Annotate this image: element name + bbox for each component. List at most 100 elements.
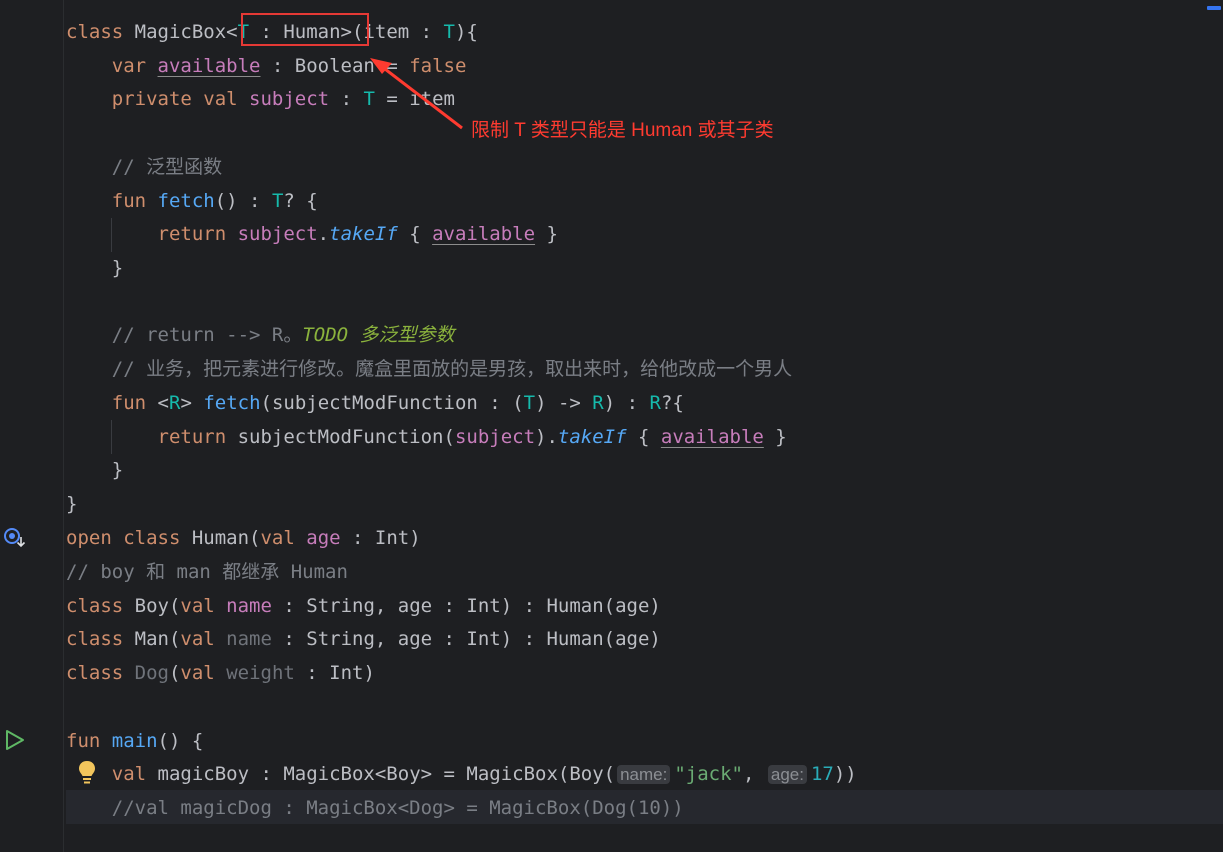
code-line[interactable]: // 业务，把元素进行修改。魔盒里面放的是男孩，取出来时，给他改成一个男人 (66, 352, 792, 386)
code-token: // boy 和 man 都继承 Human (66, 561, 348, 583)
code-token: , (742, 763, 766, 785)
code-token: takeIf (557, 426, 627, 448)
code-token: age (306, 527, 341, 549)
code-token: Man( (134, 628, 181, 650)
run-icon[interactable] (4, 729, 26, 751)
code-token: () { (157, 730, 204, 752)
code-token: Human( (191, 527, 261, 549)
code-token: class (66, 662, 135, 684)
code-line[interactable]: } (66, 487, 77, 521)
code-token: class (66, 628, 135, 650)
code-line[interactable]: fun fetch() : T? { (66, 184, 318, 218)
code-token: : Int) (340, 527, 421, 549)
code-token: : Int) (294, 662, 375, 684)
code-line[interactable]: } (66, 453, 123, 487)
code-token: name (226, 595, 272, 617)
code-token: val (260, 527, 307, 549)
code-token: val (180, 628, 227, 650)
code-line[interactable]: // boy 和 man 都继承 Human (66, 555, 348, 589)
code-line[interactable]: } (66, 251, 123, 285)
code-token: subject (237, 223, 318, 245)
code-line[interactable]: fun <R> fetch(subjectModFunction : (T) -… (66, 386, 684, 420)
code-token: "jack" (674, 763, 743, 785)
code-token: ) -> (535, 392, 593, 414)
code-token: : String, age : Int) : Human(age) (271, 595, 661, 617)
code-token: } (763, 426, 787, 448)
code-line[interactable]: fun main() { (66, 724, 203, 758)
code-line[interactable]: val magicBoy : MagicBox<Boy> = MagicBox(… (66, 757, 857, 791)
code-token: val (180, 595, 227, 617)
code-token: var (111, 55, 158, 77)
code-token: } (66, 257, 124, 279)
code-token: : Boolean = (260, 55, 410, 77)
code-line[interactable]: return subject.takeIf { available } (66, 217, 558, 251)
code-token: T (271, 190, 284, 212)
code-token: weight (226, 662, 295, 684)
code-token: MagicBox< (134, 21, 238, 43)
parameter-hint: name: (617, 765, 671, 784)
code-line[interactable]: class Man(val name : String, age : Int) … (66, 622, 661, 656)
code-token: fetch (203, 392, 261, 414)
code-token: T (443, 21, 455, 43)
code-token: subject (454, 426, 536, 448)
code-token: private val (111, 88, 250, 110)
code-line[interactable]: private val subject : T = item (66, 82, 455, 116)
code-token: name (226, 628, 272, 650)
code-line[interactable]: class Dog(val weight : Int) (66, 656, 375, 690)
code-line[interactable]: var available : Boolean = false (66, 49, 467, 83)
code-token: return (157, 223, 238, 245)
code-token: ) : (603, 392, 650, 414)
code-token: ? { (283, 190, 318, 212)
code-token: available (660, 426, 764, 448)
code-token: ?{ (660, 392, 684, 414)
scroll-marker[interactable] (1207, 6, 1221, 10)
code-line[interactable]: // return --> R。TODO 多泛型参数 (66, 318, 455, 352)
code-token: takeIf (329, 223, 398, 245)
code-token: )) (833, 763, 857, 785)
implemented-icon[interactable] (2, 526, 28, 550)
code-token: = item (374, 88, 455, 110)
code-token: fetch (157, 190, 215, 212)
code-token: main (111, 730, 158, 752)
code-line[interactable]: return subjectModFunction(subject).takeI… (66, 420, 787, 454)
code-token: . (317, 223, 330, 245)
code-token: return (157, 426, 238, 448)
code-token: available (157, 55, 261, 77)
code-token: Boy( (134, 595, 181, 617)
code-token: } (66, 459, 124, 481)
code-token: val (111, 763, 158, 785)
code-line[interactable]: //val magicDog : MagicBox<Dog> = MagicBo… (66, 791, 684, 825)
code-token: subject (249, 88, 330, 110)
parameter-hint: age: (767, 765, 807, 784)
code-token: } (66, 493, 78, 515)
code-line[interactable]: // 泛型函数 (66, 150, 222, 184)
code-token: { (397, 223, 433, 245)
code-token: T (363, 88, 375, 110)
code-token: R (649, 392, 661, 414)
code-token: ( (168, 662, 181, 684)
code-token: > (180, 392, 204, 414)
code-token: T (523, 392, 536, 414)
annotation-label: 限制 T 类型只能是 Human 或其子类 (471, 120, 774, 141)
code-token: // return --> R。 (111, 324, 303, 346)
code-token: fun (111, 190, 158, 212)
code-line[interactable]: open class Human(val age : Int) (66, 521, 421, 555)
code-token: subjectModFunction( (237, 426, 455, 448)
gutter (0, 0, 63, 852)
code-token: : (329, 88, 364, 110)
code-token: TODO 多泛型参数 (302, 324, 455, 346)
code-token: fun (111, 392, 158, 414)
code-token: class (66, 595, 135, 617)
code-token: open class (66, 527, 192, 549)
code-token: < (157, 392, 169, 414)
code-line[interactable]: class Boy(val name : String, age : Int) … (66, 589, 661, 623)
code-token: Dog (134, 662, 169, 684)
code-token: : String, age : Int) : Human(age) (271, 628, 661, 650)
